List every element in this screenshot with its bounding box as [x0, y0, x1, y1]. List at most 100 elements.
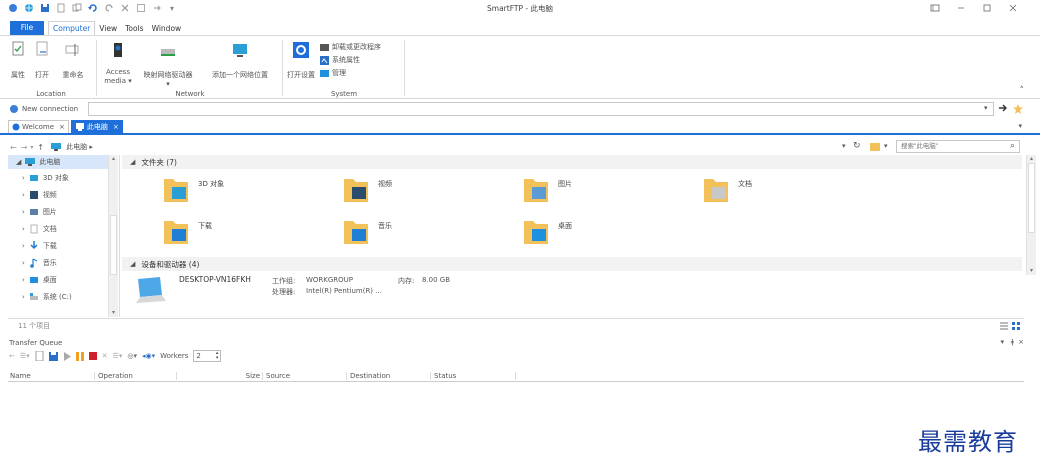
- tree-item-pictures[interactable]: › 图片: [8, 203, 119, 220]
- scroll-up-arrow-icon[interactable]: ▴: [1027, 155, 1036, 163]
- folders-section-header[interactable]: ◢ 文件夹 (7): [122, 155, 1022, 169]
- collapse-arrow-icon[interactable]: ◢: [130, 260, 135, 268]
- new-connection-label[interactable]: New connection: [22, 105, 78, 113]
- expand-arrow-icon[interactable]: ›: [22, 242, 25, 250]
- breadcrumb[interactable]: 此电脑 ▸: [66, 142, 93, 152]
- tree-item-system-drive[interactable]: › 系统 (C:): [8, 288, 119, 305]
- speed-icon[interactable]: ◂◉▾: [142, 352, 155, 360]
- collapse-arrow-icon[interactable]: ◢: [16, 158, 21, 166]
- folder-item[interactable]: 音乐: [342, 217, 392, 247]
- list-options-icon[interactable]: ☰▾: [113, 352, 123, 360]
- expand-arrow-icon[interactable]: ›: [22, 208, 25, 216]
- search-icon[interactable]: ⌕: [1010, 141, 1015, 151]
- tree-item-this-pc[interactable]: ◢ 此电脑: [8, 155, 108, 169]
- panel-close-icon[interactable]: ×: [1018, 338, 1024, 346]
- column-source[interactable]: Source: [262, 371, 290, 380]
- workers-stepper[interactable]: 2 ▴ ▾: [193, 350, 222, 362]
- tiles-view-icon[interactable]: [1012, 322, 1020, 330]
- maximize-icon[interactable]: [974, 1, 1000, 15]
- uninstall-program-button[interactable]: 卸载或更改程序: [320, 42, 381, 52]
- collapse-arrow-icon[interactable]: ◢: [130, 158, 135, 166]
- scroll-thumb[interactable]: [110, 215, 117, 275]
- play-icon[interactable]: [63, 351, 71, 361]
- device-item[interactable]: DESKTOP-VN16FKH 工作组: WORKGROUP 内存: 8.00 …: [122, 271, 1022, 311]
- restore-icon[interactable]: [922, 1, 948, 15]
- address-dropdown-icon[interactable]: ▾: [842, 142, 846, 150]
- column-destination[interactable]: Destination: [346, 371, 390, 380]
- open-settings-button[interactable]: 打开设置: [284, 41, 318, 80]
- properties-button[interactable]: 属性: [8, 41, 28, 80]
- new-connection-icon[interactable]: [9, 104, 19, 114]
- tree-item-music[interactable]: › 音乐: [8, 254, 119, 271]
- column-size[interactable]: Size: [176, 371, 262, 380]
- scroll-down-arrow-icon[interactable]: ▾: [109, 309, 118, 317]
- pause-icon[interactable]: [75, 351, 84, 361]
- menu-tools[interactable]: Tools: [121, 24, 147, 33]
- manage-button[interactable]: 管理: [320, 68, 346, 78]
- expand-arrow-icon[interactable]: ›: [22, 259, 25, 267]
- search-input[interactable]: [896, 140, 1020, 153]
- stop-icon[interactable]: [88, 352, 97, 360]
- back-arrow-icon[interactable]: ←: [10, 143, 17, 152]
- menu-view[interactable]: View: [95, 24, 121, 33]
- scroll-up-arrow-icon[interactable]: ▴: [109, 155, 118, 163]
- close-tab-icon[interactable]: ×: [59, 123, 65, 131]
- minimize-icon[interactable]: [948, 1, 974, 15]
- dropdown-arrow-icon[interactable]: ▾: [138, 80, 198, 88]
- folder-item[interactable]: 视频: [342, 175, 392, 205]
- folder-item[interactable]: 文档: [702, 175, 752, 205]
- content-scrollbar[interactable]: ▴ ▾: [1026, 155, 1036, 275]
- address-dropdown-icon[interactable]: ▾: [984, 104, 988, 112]
- back-arrow-icon[interactable]: ←: [9, 352, 15, 360]
- expand-arrow-icon[interactable]: ›: [22, 293, 25, 301]
- up-arrow-icon[interactable]: ↑: [37, 143, 44, 152]
- clear-icon[interactable]: ✕: [102, 352, 108, 360]
- panel-pin-icon[interactable]: ▾: [1000, 338, 1004, 346]
- expand-arrow-icon[interactable]: ›: [22, 276, 25, 284]
- tree-scrollbar[interactable]: ▴ ▾: [108, 155, 118, 317]
- tree-item-desktop[interactable]: › 桌面: [8, 271, 119, 288]
- column-status[interactable]: Status: [430, 371, 516, 380]
- system-properties-button[interactable]: 系统属性: [320, 55, 360, 65]
- folder-item[interactable]: 桌面: [522, 217, 572, 247]
- map-network-drive-button[interactable]: 映射网络驱动器 ▾: [138, 41, 198, 88]
- save-queue-icon[interactable]: [48, 351, 58, 361]
- add-network-location-button[interactable]: 添加一个网络位置: [202, 41, 278, 80]
- schedule-icon[interactable]: ◎▾: [127, 352, 137, 360]
- menu-computer[interactable]: Computer: [48, 21, 96, 35]
- access-media-button[interactable]: Access media ▾: [100, 41, 136, 86]
- folder-icon[interactable]: [870, 142, 880, 151]
- details-view-icon[interactable]: [1000, 322, 1008, 330]
- devices-section-header[interactable]: ◢ 设备和驱动器 (4): [122, 257, 1022, 271]
- view-dropdown-icon[interactable]: ▾: [884, 142, 888, 150]
- scroll-thumb[interactable]: [1028, 163, 1035, 233]
- folder-item[interactable]: 3D 对象: [162, 175, 224, 205]
- column-operation[interactable]: Operation: [94, 371, 133, 380]
- close-tab-icon[interactable]: ×: [113, 123, 119, 131]
- expand-arrow-icon[interactable]: ›: [22, 174, 25, 182]
- tree-item-3d-objects[interactable]: › 3D 对象: [8, 169, 119, 186]
- menu-window[interactable]: Window: [148, 24, 186, 33]
- forward-arrow-icon[interactable]: →: [21, 143, 28, 152]
- tree-item-videos[interactable]: › 视频: [8, 186, 119, 203]
- folder-item[interactable]: 下载: [162, 217, 212, 247]
- queue-menu-icon[interactable]: ☰▾: [20, 352, 30, 360]
- history-dropdown-icon[interactable]: ▾: [30, 144, 33, 151]
- go-arrow-icon[interactable]: [998, 103, 1008, 113]
- close-icon[interactable]: [1000, 1, 1026, 15]
- folder-item[interactable]: 图片: [522, 175, 572, 205]
- panel-autohide-icon[interactable]: ǂ: [1011, 338, 1014, 346]
- open-button[interactable]: 打开: [32, 41, 52, 80]
- tab-list-dropdown-icon[interactable]: ▾: [1018, 122, 1022, 130]
- tab-welcome[interactable]: Welcome ×: [8, 120, 69, 133]
- expand-arrow-icon[interactable]: ›: [22, 191, 25, 199]
- favorites-star-icon[interactable]: [1012, 103, 1024, 115]
- column-name[interactable]: Name: [10, 372, 31, 380]
- tab-this-pc[interactable]: 此电脑 ×: [70, 120, 123, 133]
- connection-address-input[interactable]: [88, 102, 994, 116]
- tree-item-downloads[interactable]: › 下载: [8, 237, 119, 254]
- rename-button[interactable]: 重命名: [58, 41, 88, 80]
- collapse-ribbon-icon[interactable]: ˄: [1020, 86, 1025, 96]
- scroll-down-arrow-icon[interactable]: ▾: [1027, 267, 1036, 275]
- file-menu[interactable]: File: [10, 21, 44, 35]
